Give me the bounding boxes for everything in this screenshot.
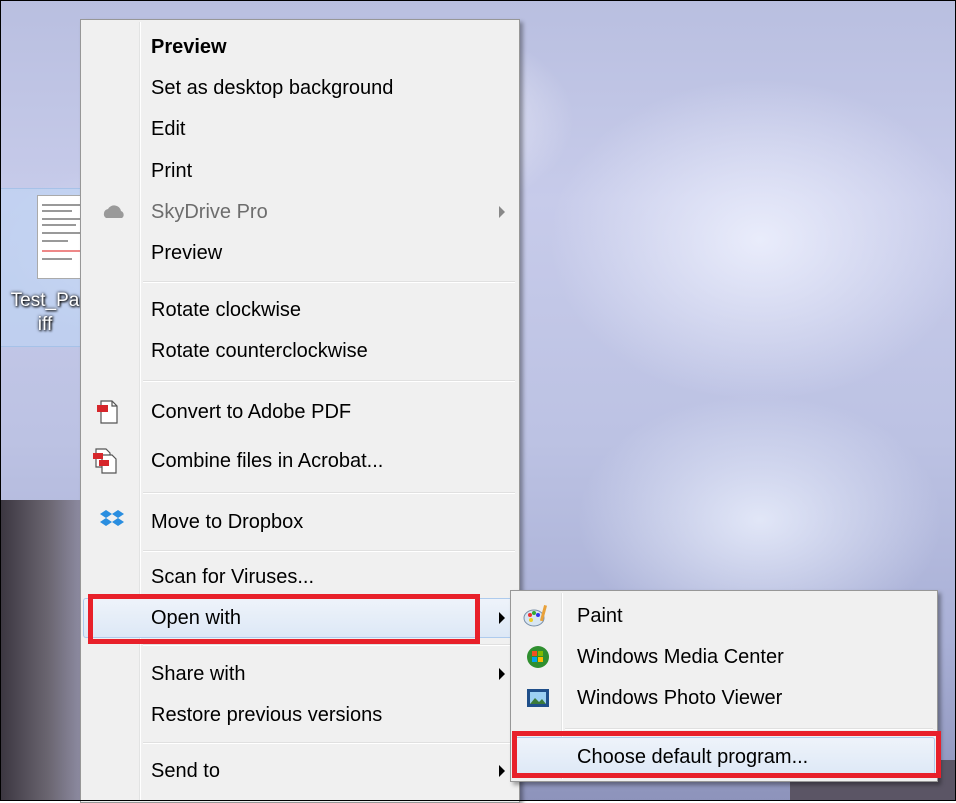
menu-item-skydrive-pro[interactable]: SkyDrive Pro <box>83 192 517 232</box>
menu-separator <box>565 728 933 730</box>
submenu-item-choose-default-program[interactable]: Choose default program... <box>513 737 935 777</box>
submenu-arrow-icon <box>499 668 505 680</box>
paint-icon <box>523 605 548 627</box>
menu-separator <box>143 742 515 744</box>
submenu-arrow-icon <box>499 206 505 218</box>
menu-item-rotate-clockwise[interactable]: Rotate clockwise <box>83 290 517 330</box>
menu-item-send-to[interactable]: Send to <box>83 751 517 791</box>
adobe-pdf-icon <box>97 400 118 424</box>
acrobat-combine-icon <box>93 448 117 474</box>
menu-item-set-desktop-background[interactable]: Set as desktop background <box>83 68 517 108</box>
menu-item-scan-for-viruses[interactable]: Scan for Viruses... <box>83 557 517 597</box>
submenu-item-windows-photo-viewer[interactable]: Windows Photo Viewer <box>513 678 935 718</box>
menu-item-combine-files-in-acrobat[interactable]: Combine files in Acrobat... <box>83 441 517 481</box>
menu-separator <box>143 550 515 552</box>
menu-item-preview-default[interactable]: Preview <box>83 27 517 67</box>
skydrive-cloud-icon <box>103 205 124 218</box>
desktop-file-label: Test_Pa iff <box>10 290 80 335</box>
submenu-item-paint[interactable]: Paint <box>513 596 935 636</box>
menu-item-rotate-counterclockwise[interactable]: Rotate counterclockwise <box>83 331 517 371</box>
submenu-arrow-icon <box>499 612 505 624</box>
menu-separator <box>143 380 515 382</box>
menu-item-share-with[interactable]: Share with <box>83 654 517 694</box>
context-menu: Preview Set as desktop background Edit P… <box>80 19 520 803</box>
submenu-arrow-icon <box>499 765 505 777</box>
dropbox-icon <box>100 510 124 526</box>
menu-item-convert-to-adobe-pdf[interactable]: Convert to Adobe PDF <box>83 392 517 432</box>
menu-item-restore-previous-versions[interactable]: Restore previous versions <box>83 695 517 735</box>
photo-viewer-icon <box>527 689 549 707</box>
menu-item-edit[interactable]: Edit <box>83 109 517 149</box>
wallpaper-rock <box>0 500 80 801</box>
menu-item-preview[interactable]: Preview <box>83 233 517 273</box>
menu-separator <box>143 644 515 646</box>
menu-item-move-to-dropbox[interactable]: Move to Dropbox <box>83 502 517 542</box>
desktop-file-icon[interactable]: Test_Pa iff <box>0 188 90 347</box>
submenu-item-windows-media-center[interactable]: Windows Media Center <box>513 637 935 677</box>
open-with-submenu: Paint Windows Media Center Windows Photo… <box>510 590 938 782</box>
menu-separator <box>143 492 515 494</box>
windows-media-center-icon <box>527 646 549 668</box>
menu-item-print[interactable]: Print <box>83 151 517 191</box>
menu-item-open-with[interactable]: Open with <box>83 598 517 638</box>
menu-separator <box>143 281 515 283</box>
